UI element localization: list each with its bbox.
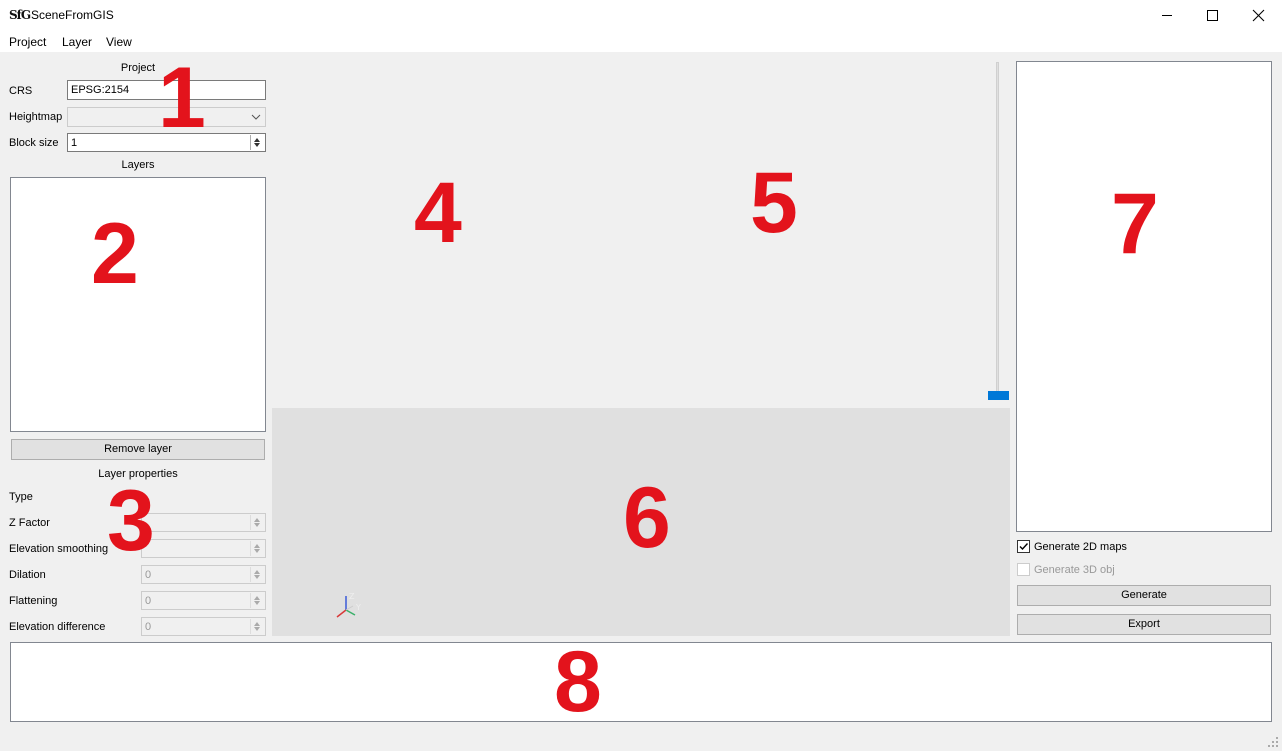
menu-bar xyxy=(0,31,1282,52)
spin-buttons[interactable] xyxy=(250,619,264,634)
close-button[interactable] xyxy=(1236,0,1282,31)
z-factor-label: Z Factor xyxy=(9,517,50,529)
generate-2d-label[interactable]: Generate 2D maps xyxy=(1034,541,1127,553)
window-title: SceneFromGIS xyxy=(31,8,114,22)
flattening-spinbox[interactable]: 0 xyxy=(141,591,266,610)
annotation-1: 1 xyxy=(158,50,206,146)
spin-up-icon[interactable] xyxy=(254,596,260,600)
spin-up-icon[interactable] xyxy=(254,622,260,626)
spin-up-icon[interactable] xyxy=(254,138,260,142)
menu-layer[interactable]: Layer xyxy=(62,35,92,49)
dilation-label: Dilation xyxy=(9,569,46,581)
spin-down-icon[interactable] xyxy=(254,575,260,579)
type-label: Type xyxy=(9,491,33,503)
generate-3d-label[interactable]: Generate 3D obj xyxy=(1034,564,1115,576)
dilation-spinbox[interactable]: 0 xyxy=(141,565,266,584)
spin-down-icon[interactable] xyxy=(254,549,260,553)
generate-button[interactable]: Generate xyxy=(1017,585,1271,606)
spin-down-icon[interactable] xyxy=(254,143,260,147)
crs-label: CRS xyxy=(9,85,33,97)
annotation-3: 3 xyxy=(107,473,155,569)
map-view[interactable] xyxy=(272,58,1010,406)
axis-y-label: Y xyxy=(355,603,361,612)
title-bar xyxy=(0,0,1282,31)
axis-z-label: Z xyxy=(349,592,355,601)
maximize-button[interactable] xyxy=(1190,0,1236,31)
elevation-difference-label: Elevation difference xyxy=(9,621,106,633)
flattening-value: 0 xyxy=(145,595,152,607)
log-output[interactable] xyxy=(10,642,1272,722)
elevation-difference-spinbox[interactable]: 0 xyxy=(141,617,266,636)
spin-down-icon[interactable] xyxy=(254,523,260,527)
app-logo: SfG xyxy=(9,8,31,22)
project-section-title: Project xyxy=(120,62,156,74)
maximize-icon xyxy=(1207,10,1218,21)
elevation-difference-value: 0 xyxy=(145,621,152,633)
spin-buttons[interactable] xyxy=(250,593,264,608)
minimize-button[interactable] xyxy=(1144,0,1190,31)
minimize-icon xyxy=(1162,15,1172,16)
elevation-smoothing-spinbox[interactable] xyxy=(141,539,266,558)
heightmap-label: Heightmap xyxy=(9,111,63,123)
annotation-5: 5 xyxy=(750,155,798,251)
layers-section-title: Layers xyxy=(121,159,155,171)
remove-layer-button[interactable]: Remove layer xyxy=(11,439,265,460)
annotation-6: 6 xyxy=(623,470,671,566)
preview-panel xyxy=(1016,61,1272,532)
annotation-7: 7 xyxy=(1111,176,1159,272)
spin-buttons[interactable] xyxy=(250,135,264,150)
annotation-4: 4 xyxy=(414,165,462,261)
spin-up-icon[interactable] xyxy=(254,544,260,548)
flattening-label: Flattening xyxy=(9,595,58,607)
annotation-2: 2 xyxy=(91,206,139,302)
export-button[interactable]: Export xyxy=(1017,614,1271,635)
spin-buttons[interactable] xyxy=(250,541,264,556)
spin-buttons[interactable] xyxy=(250,567,264,582)
spin-up-icon[interactable] xyxy=(254,570,260,574)
spin-up-icon[interactable] xyxy=(254,518,260,522)
menu-view[interactable]: View xyxy=(106,35,132,49)
block-size-label: Block size xyxy=(9,137,59,149)
spin-buttons[interactable] xyxy=(250,515,264,530)
block-size-value: 1 xyxy=(71,137,78,149)
vertical-slider-track[interactable] xyxy=(996,62,999,398)
spin-down-icon[interactable] xyxy=(254,601,260,605)
axis-gizmo-icon: Z Y xyxy=(336,592,361,618)
checkmark-icon xyxy=(1019,543,1029,551)
z-factor-spinbox[interactable] xyxy=(141,513,266,532)
generate-3d-checkbox[interactable] xyxy=(1017,563,1030,576)
resize-grip-icon[interactable] xyxy=(1267,736,1279,748)
slider-handle[interactable] xyxy=(988,391,1009,400)
spin-down-icon[interactable] xyxy=(254,627,260,631)
elevation-smoothing-label: Elevation smoothing xyxy=(9,543,109,555)
generate-2d-checkbox[interactable] xyxy=(1017,540,1030,553)
chevron-down-icon xyxy=(251,114,261,120)
annotation-8: 8 xyxy=(554,634,602,730)
menu-project[interactable]: Project xyxy=(9,35,46,49)
dilation-value: 0 xyxy=(145,569,152,581)
close-icon xyxy=(1252,9,1265,22)
